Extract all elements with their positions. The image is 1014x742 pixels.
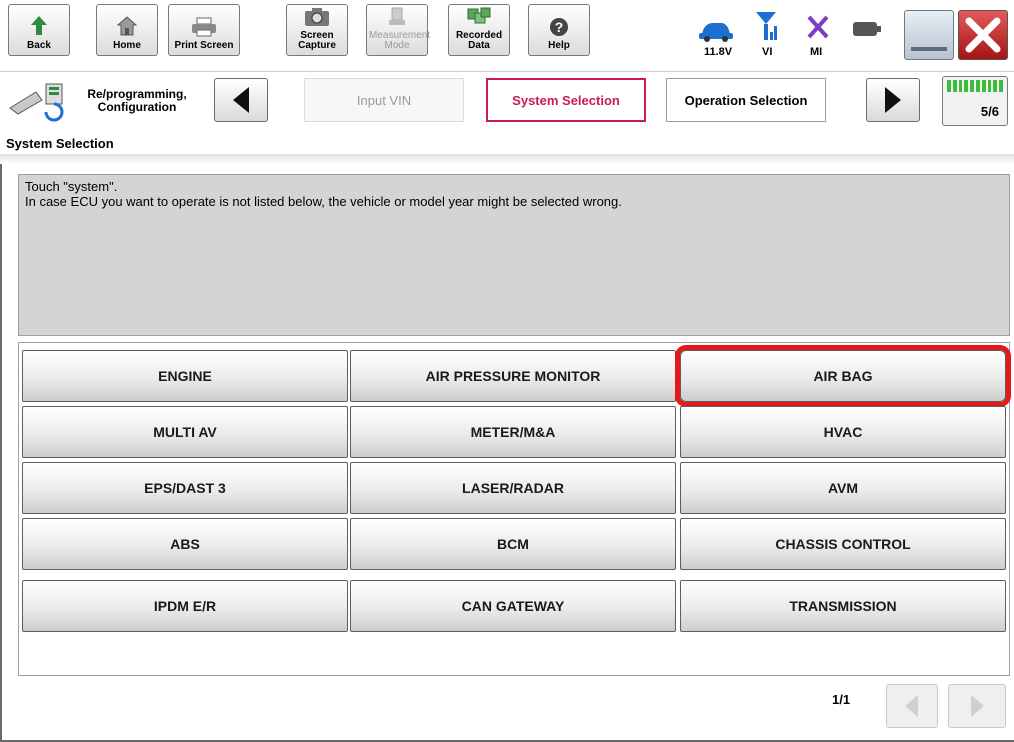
step-operation-selection: Operation Selection <box>666 78 826 122</box>
help-button[interactable]: ? Help <box>528 4 590 56</box>
print-screen-button[interactable]: Print Screen <box>168 4 240 56</box>
system-button-transmission[interactable]: TRANSMISSION <box>680 580 1006 632</box>
section-divider <box>0 154 1014 164</box>
system-button-avm[interactable]: AVM <box>680 462 1006 514</box>
system-button-abs[interactable]: ABS <box>22 518 348 570</box>
recorded-data-icon <box>467 7 491 24</box>
home-label: Home <box>113 40 141 51</box>
step-system-selection: System Selection <box>486 78 646 122</box>
measurement-icon <box>389 7 405 25</box>
system-button-hvac[interactable]: HVAC <box>680 406 1006 458</box>
instruction-line-2: In case ECU you want to operate is not l… <box>25 194 622 209</box>
system-button-chassis-control[interactable]: CHASSIS CONTROL <box>680 518 1006 570</box>
vehicle-battery-icon <box>699 23 733 42</box>
system-button-can-gateway[interactable]: CAN GATEWAY <box>350 580 676 632</box>
measurement-mode-button[interactable]: Measurement Mode <box>366 4 431 56</box>
arrow-right-icon <box>885 87 901 113</box>
arrow-left-icon <box>905 695 918 717</box>
step-progress-indicator: 5/6 <box>942 76 1008 126</box>
instruction-line-1: Touch "system". <box>25 179 118 194</box>
system-button-engine[interactable]: ENGINE <box>22 350 348 402</box>
connector-icon <box>853 22 881 36</box>
system-button-eps-dast3[interactable]: EPS/DAST 3 <box>22 462 348 514</box>
page-counter: 1/1 <box>832 692 851 707</box>
print-screen-label: Print Screen <box>174 40 234 51</box>
home-icon <box>116 16 138 36</box>
system-button-bcm[interactable]: BCM <box>350 518 676 570</box>
previous-page-button[interactable] <box>886 684 938 728</box>
reprogramming-icon <box>9 83 64 122</box>
close-button[interactable] <box>958 10 1008 60</box>
system-button-meter-ma[interactable]: METER/M&A <box>350 406 676 458</box>
instruction-panel: Touch "system". In case ECU you want to … <box>18 174 1010 336</box>
next-page-button[interactable] <box>948 684 1006 728</box>
measurement-mode-label: Measurement Mode <box>369 30 431 51</box>
mi-label: MI <box>810 46 823 58</box>
reprogramming-configuration-label: Re/programming, Configuration <box>87 87 187 114</box>
system-button-ipdm-er[interactable]: IPDM E/R <box>22 580 348 632</box>
vi-signal-icon <box>756 12 777 40</box>
home-button[interactable]: Home <box>96 4 158 56</box>
arrow-right-icon <box>971 695 984 717</box>
back-button[interactable]: Back <box>8 4 70 56</box>
progress-bars <box>947 80 1003 92</box>
next-step-button[interactable] <box>866 78 920 122</box>
page-title: System Selection <box>6 136 114 151</box>
mi-disconnected-icon <box>807 15 829 39</box>
system-button-air-bag[interactable]: AIR BAG <box>680 350 1006 402</box>
system-button-multi-av[interactable]: MULTI AV <box>22 406 348 458</box>
recorded-data-label: Recorded Data <box>455 30 503 51</box>
toolbar: Back Home Print Screen Screen Capture Me… <box>0 0 1014 72</box>
screen-capture-button[interactable]: Screen Capture <box>286 4 348 56</box>
back-arrow-icon <box>31 16 47 35</box>
window-edge <box>0 164 2 742</box>
arrow-left-icon <box>233 87 249 113</box>
system-button-laser-radar[interactable]: LASER/RADAR <box>350 462 676 514</box>
help-label: Help <box>548 40 570 51</box>
svg-text:?: ? <box>555 19 564 35</box>
close-icon <box>965 17 1001 53</box>
step-counter: 5/6 <box>980 104 999 119</box>
battery-voltage: 11.8V <box>704 46 733 58</box>
previous-step-button[interactable] <box>214 78 268 122</box>
breadcrumb: Re/programming, Configuration Input VIN … <box>0 72 1014 128</box>
system-button-air-pressure-monitor[interactable]: AIR PRESSURE MONITOR <box>350 350 676 402</box>
camera-icon <box>305 8 329 26</box>
minimize-button[interactable] <box>904 10 954 60</box>
reprogramming-configuration-crumb[interactable]: Re/programming, Configuration <box>6 80 206 122</box>
printer-icon <box>192 17 216 37</box>
recorded-data-button[interactable]: Recorded Data <box>448 4 510 56</box>
screen-capture-label: Screen Capture <box>298 30 336 51</box>
step-input-vin: Input VIN <box>304 78 464 122</box>
back-label: Back <box>27 40 51 51</box>
help-icon: ? <box>550 18 568 36</box>
vi-label: VI <box>762 46 773 58</box>
